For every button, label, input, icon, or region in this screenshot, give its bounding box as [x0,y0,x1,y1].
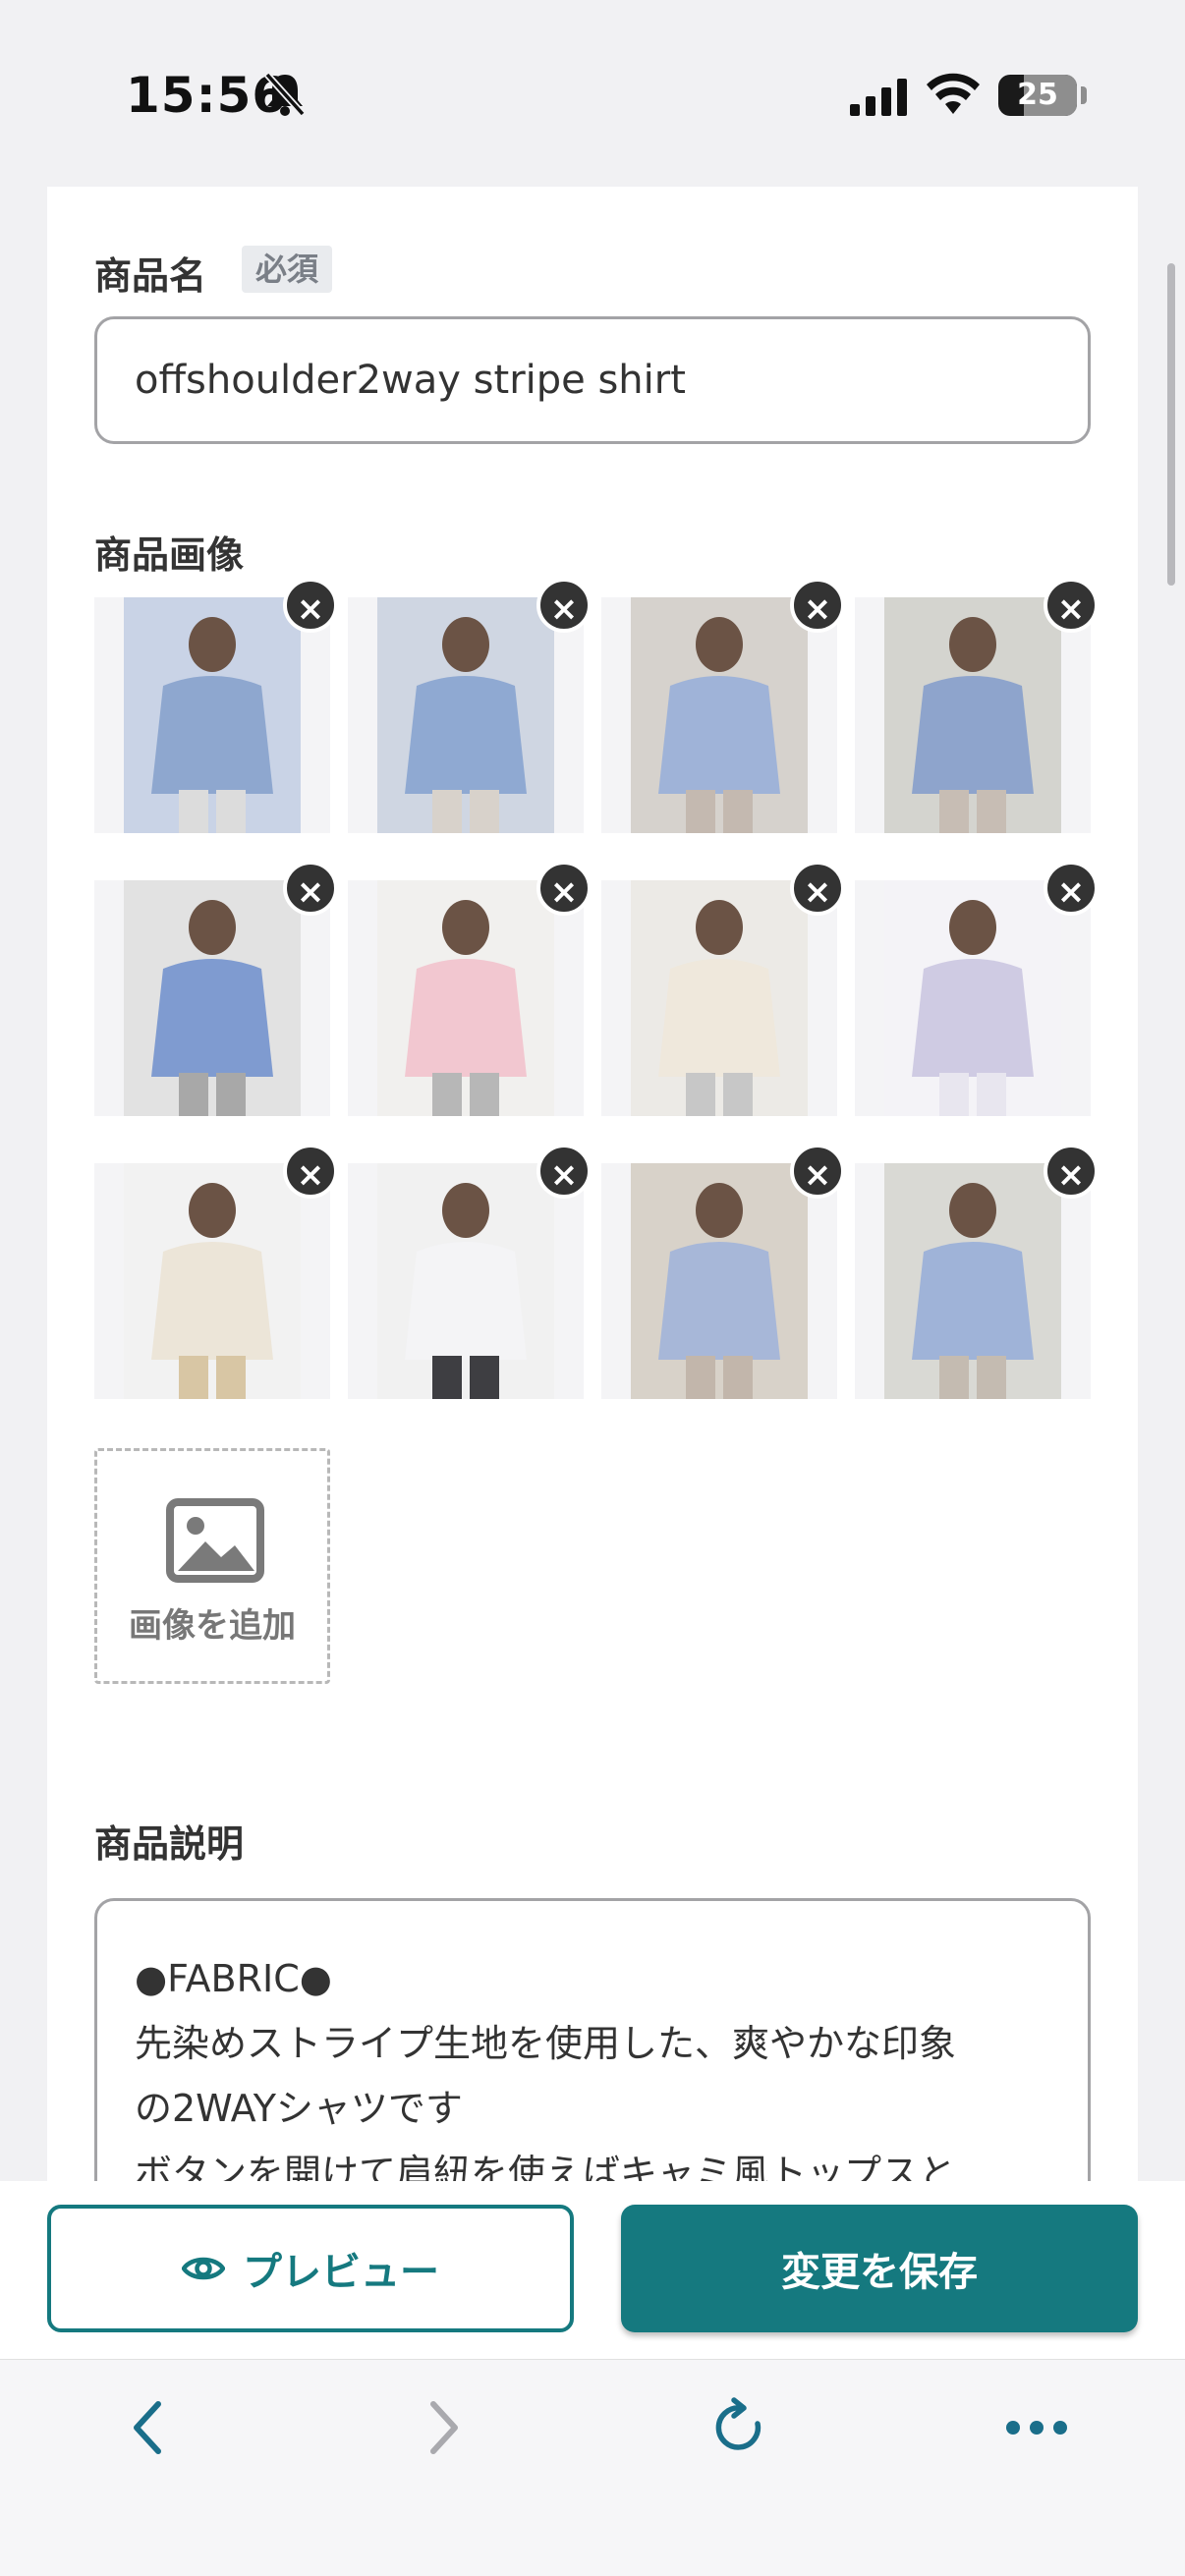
product-image-thumbnail[interactable]: blue shirt and pink shirt [94,880,330,1116]
wifi-icon [927,73,980,114]
edit-product-card: 商品名 必須 offshoulder2way stripe shirt 商品画像… [47,187,1138,2181]
product-images-label: 商品画像 [94,533,245,577]
description-line: ●FABRIC● [135,1957,332,2000]
product-photo [124,1163,301,1399]
description-line: の2WAYシャツです [135,2087,463,2130]
product-image-thumbnail[interactable]: side view stripe shirt [855,597,1091,833]
required-badge: 必須 [242,246,333,293]
remove-image-button[interactable]: × [1044,1144,1099,1199]
product-photo [124,597,301,833]
remove-image-button[interactable]: × [790,578,845,633]
forward-icon [430,2401,458,2454]
browser-reload-button[interactable] [696,2383,784,2472]
product-image-thumbnail[interactable]: pink shirt [348,880,584,1116]
remove-image-button[interactable]: × [283,861,338,916]
scrollbar[interactable] [1167,263,1175,586]
remove-image-button[interactable]: × [790,861,845,916]
cellular-signal-icon [850,79,907,116]
product-image-thumbnail[interactable]: blue shirt mirror selfie [855,1163,1091,1399]
product-image-thumbnail[interactable]: white shirt back view [348,1163,584,1399]
product-photo [377,597,554,833]
image-placeholder-icon [166,1498,264,1583]
more-icon [1006,2421,1067,2435]
back-icon [134,2401,161,2454]
description-line: 先染めストライプ生地を使用した、爽やかな印象 [135,2022,957,2065]
reload-icon [715,2397,762,2450]
battery-level-text: 25 [1017,78,1058,112]
add-image-button[interactable]: 画像を追加 [94,1448,330,1684]
product-photo [631,880,808,1116]
product-photo [377,1163,554,1399]
product-image-thumbnail[interactable]: cream shirt with beige pants [94,1163,330,1399]
browser-more-button[interactable] [992,2383,1081,2472]
save-changes-button[interactable]: 変更を保存 [621,2205,1138,2332]
remove-image-button[interactable]: × [536,578,592,633]
product-photo [884,880,1061,1116]
eye-icon [182,2257,225,2280]
bell-muted-icon [264,72,306,117]
product-photo [377,880,554,1116]
remove-image-button[interactable]: × [790,1144,845,1199]
product-image-thumbnail[interactable]: cream shirt [601,880,837,1116]
product-photo [631,597,808,833]
product-image-thumbnail[interactable]: stripe shirt worn with camisole [348,597,584,833]
product-name-input[interactable]: offshoulder2way stripe shirt [94,316,1091,444]
product-image-thumbnail[interactable]: blue stripe shirt pose [601,1163,837,1399]
product-photo [884,1163,1061,1399]
product-description-label: 商品説明 [94,1822,245,1866]
save-button-label: 変更を保存 [781,2250,978,2295]
product-image-thumbnail[interactable]: mirror selfie in stripe shirt [601,597,837,833]
action-bar: プレビュー 変更を保存 [0,2181,1185,2360]
product-photo [884,597,1061,833]
product-photo [124,880,301,1116]
product-image-thumbnail[interactable]: stripe fabric closeup [855,880,1091,1116]
remove-image-button[interactable]: × [283,578,338,633]
browser-forward-button[interactable] [399,2383,487,2472]
preview-button-label: プレビュー [243,2250,439,2295]
status-bar: 15:56 25 [0,0,1185,187]
browser-back-button[interactable] [104,2383,193,2472]
product-image-thumbnail[interactable]: collage of stripe shirt outfits [94,597,330,833]
description-line: ボタンを開けて肩紐を使えばキャミ風トップスと [135,2152,957,2181]
product-photo [631,1163,808,1399]
add-image-label: 画像を追加 [129,1606,296,1646]
remove-image-button[interactable]: × [536,861,592,916]
remove-image-button[interactable]: × [1044,578,1099,633]
remove-image-button[interactable]: × [536,1144,592,1199]
preview-button[interactable]: プレビュー [47,2205,574,2332]
battery-tip [1081,86,1087,104]
product-description-textarea[interactable]: ●FABRIC● 先染めストライプ生地を使用した、爽やかな印象 の2WAYシャツ… [94,1898,1091,2181]
remove-image-button[interactable]: × [283,1144,338,1199]
product-name-label: 商品名 [94,254,207,298]
battery-icon: 25 [998,75,1077,116]
remove-image-button[interactable]: × [1044,861,1099,916]
